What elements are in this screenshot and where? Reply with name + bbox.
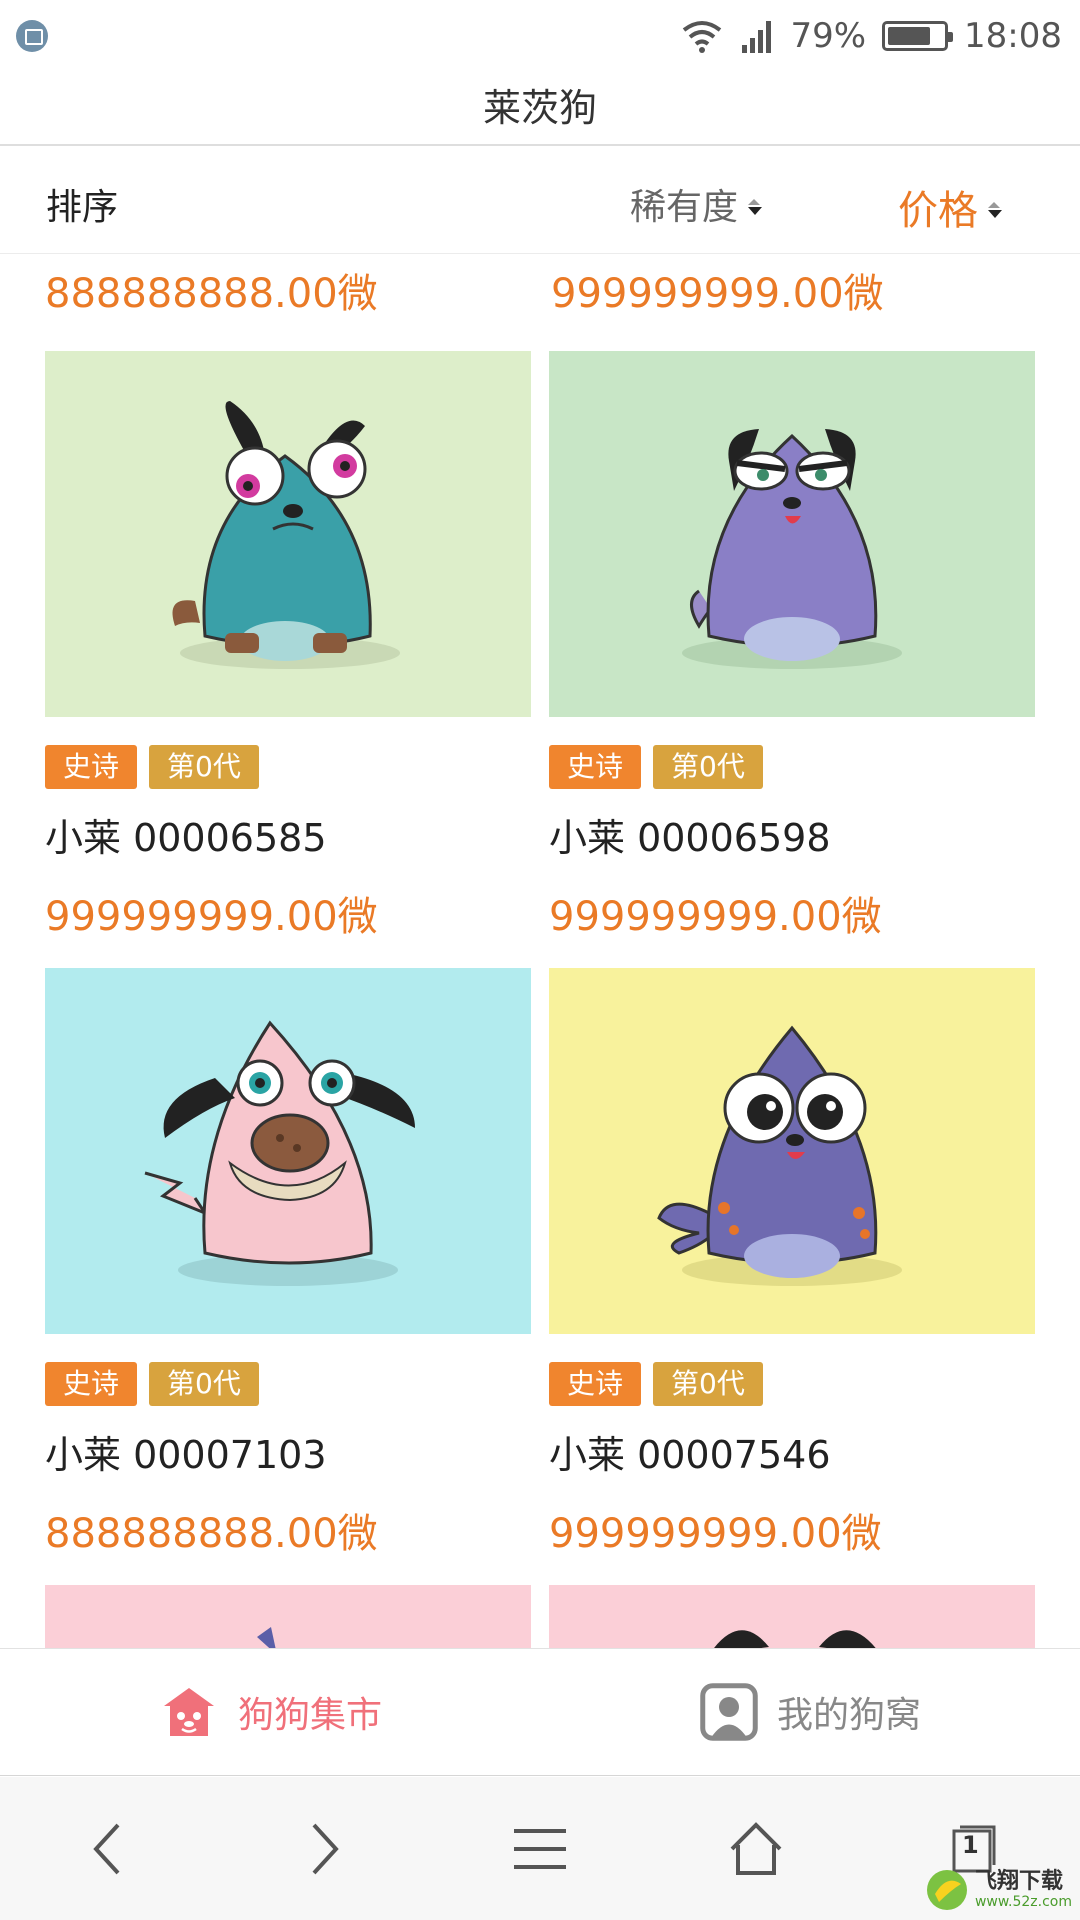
generation-tag: 第0代 — [149, 745, 259, 789]
rarity-tag: 史诗 — [549, 1362, 642, 1406]
menu-icon — [514, 1828, 566, 1869]
sort-rarity-label: 稀有度 — [630, 187, 739, 228]
forward-button[interactable] — [284, 1809, 364, 1889]
card-price-partial: 999999999.00微 — [551, 271, 884, 317]
dog-image — [549, 968, 1035, 1334]
dog-grid[interactable]: 888888888.00微 999999999.00微 史诗 第0代 小莱 00… — [0, 255, 1080, 1648]
sort-by-rarity[interactable]: 稀有度 — [630, 178, 763, 230]
chevron-right-icon — [312, 1823, 339, 1874]
watermark-text: 飞翔下载 — [974, 1869, 1063, 1894]
dog-image — [549, 351, 1035, 717]
sort-caret-icon — [988, 202, 1002, 218]
dog-illustration — [45, 351, 531, 717]
browser-nav-bar: 1 飞翔下载 www.52z.com — [0, 1777, 1080, 1920]
menu-button[interactable] — [500, 1809, 580, 1889]
dog-card-partial[interactable] — [45, 1585, 531, 1648]
signal-icon — [742, 21, 772, 53]
dog-price: 999999999.00微 — [549, 1511, 882, 1557]
watermark-url: www.52z.com — [974, 1894, 1072, 1910]
gallery-notification-icon — [16, 20, 48, 52]
sort-price-label: 价格 — [898, 188, 978, 234]
dog-market-icon — [163, 1688, 214, 1736]
rarity-tag: 史诗 — [549, 745, 642, 789]
dog-image — [45, 1585, 531, 1648]
generation-tag: 第0代 — [149, 1362, 259, 1406]
home-button[interactable] — [716, 1809, 796, 1889]
watermark: 飞翔下载 www.52z.com — [925, 1868, 1072, 1912]
watermark-logo-icon — [926, 1870, 967, 1910]
dog-image — [45, 351, 531, 717]
dog-illustration — [549, 351, 1035, 717]
battery-percent: 79% — [790, 16, 867, 56]
card-price-partial: 888888888.00微 — [45, 271, 378, 317]
battery-icon — [882, 21, 954, 51]
dog-name: 小莱 00007103 — [45, 1433, 327, 1477]
dog-illustration — [45, 968, 531, 1334]
generation-tag: 第0代 — [653, 1362, 763, 1406]
back-button[interactable] — [68, 1809, 148, 1889]
card-tags: 史诗 第0代 — [549, 745, 1035, 789]
dog-card[interactable]: 史诗 第0代 小莱 00006598 999999999.00微 — [549, 351, 1035, 942]
rarity-tag: 史诗 — [45, 1362, 138, 1406]
home-icon — [730, 1821, 782, 1875]
status-bar: 79% 18:08 — [0, 0, 1080, 72]
card-tags: 史诗 第0代 — [549, 1362, 1035, 1406]
status-indicators: 79% 18:08 — [680, 14, 1062, 58]
tab-dog-market-label: 狗狗集市 — [237, 1695, 382, 1736]
tab-my-den-label: 我的狗窝 — [776, 1695, 921, 1736]
rarity-tag: 史诗 — [45, 745, 138, 789]
dog-image — [549, 1585, 1035, 1648]
dog-card[interactable]: 史诗 第0代 小莱 00007546 999999999.00微 — [549, 968, 1035, 1559]
dog-price: 888888888.00微 — [45, 1511, 378, 1557]
card-tags: 史诗 第0代 — [45, 745, 531, 789]
dog-price: 999999999.00微 — [45, 894, 378, 940]
sort-bar: 排序 稀有度 价格 — [0, 146, 1080, 254]
generation-tag: 第0代 — [653, 745, 763, 789]
tab-dog-market[interactable]: 狗狗集市 — [0, 1649, 540, 1775]
dog-image — [45, 968, 531, 1334]
dog-name: 小莱 00006585 — [45, 816, 327, 860]
dog-name: 小莱 00006598 — [549, 816, 831, 860]
bottom-tab-bar: 狗狗集市 我的狗窝 — [0, 1648, 1080, 1776]
title-bar: 莱茨狗 — [0, 64, 1080, 146]
page-title: 莱茨狗 — [482, 85, 597, 130]
dog-illustration — [549, 1585, 1035, 1648]
sort-caret-icon — [748, 199, 763, 215]
tabs-count: 1 — [962, 1830, 979, 1859]
clock: 18:08 — [964, 16, 1062, 56]
chevron-left-icon — [93, 1823, 120, 1874]
tab-my-den[interactable]: 我的狗窝 — [540, 1649, 1080, 1775]
dog-illustration — [45, 1585, 531, 1648]
dog-illustration — [549, 968, 1035, 1334]
dog-price: 999999999.00微 — [549, 894, 882, 940]
wifi-icon — [683, 21, 722, 53]
dog-card-partial[interactable] — [549, 1585, 1035, 1648]
sort-label: 排序 — [46, 187, 119, 228]
sort-by-price[interactable]: 价格 — [898, 178, 1002, 236]
dog-name: 小莱 00007546 — [549, 1433, 831, 1477]
dog-card[interactable]: 史诗 第0代 小莱 00007103 888888888.00微 — [45, 968, 531, 1559]
dog-card[interactable]: 史诗 第0代 小莱 00006585 999999999.00微 — [45, 351, 531, 942]
user-den-icon — [700, 1683, 758, 1741]
card-tags: 史诗 第0代 — [45, 1362, 531, 1406]
